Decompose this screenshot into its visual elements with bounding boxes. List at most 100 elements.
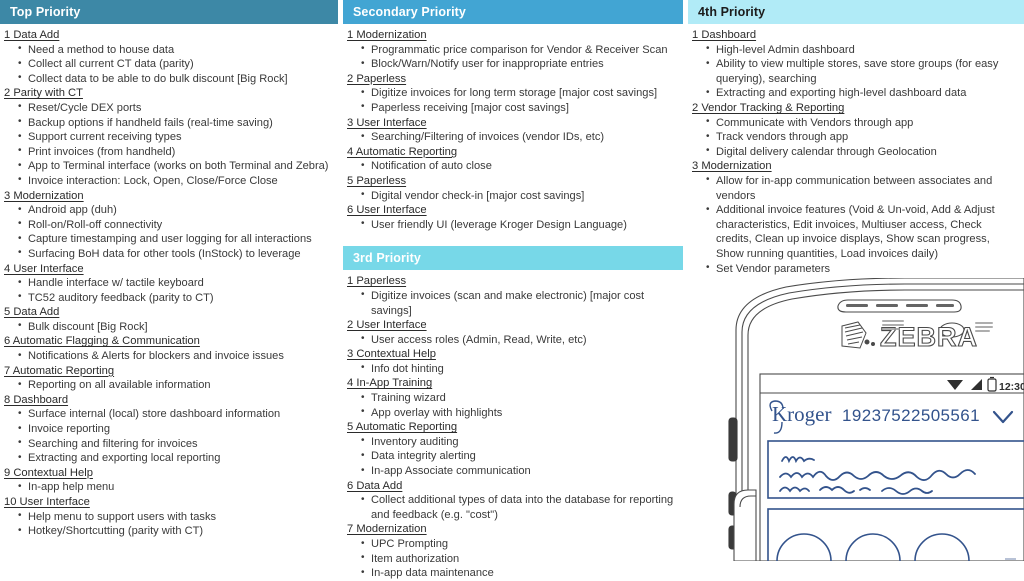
list-item: Communicate with Vendors through app bbox=[692, 115, 1020, 131]
band-third-priority: 3rd Priority bbox=[343, 246, 683, 271]
list-item: Ability to view multiple stores, save st… bbox=[692, 57, 1020, 86]
list-item: Digitize invoices (scan and make electro… bbox=[347, 288, 679, 318]
group: 9 Contextual Help In-app help menu bbox=[4, 466, 334, 495]
list-item: Collect all current CT data (parity) bbox=[4, 57, 334, 72]
list-item: Digitize invoices for long term storage … bbox=[347, 86, 679, 101]
group-items: Training wizard App overlay with highlig… bbox=[347, 391, 679, 420]
group-items: Inventory auditing Data integrity alerti… bbox=[347, 434, 679, 479]
group-title: 4 Automatic Reporting bbox=[347, 145, 458, 158]
list-item: Inventory auditing bbox=[347, 434, 679, 450]
list-item: Print invoices (from handheld) bbox=[4, 144, 334, 160]
group-items: Searching/Filtering of invoices (vendor … bbox=[347, 130, 679, 145]
column-secondary-priority: Secondary Priority 1 Modernization Progr… bbox=[343, 0, 683, 580]
group-title: 6 Data Add bbox=[347, 479, 403, 492]
group-items: Android app (duh) Roll-on/Roll-off conne… bbox=[4, 203, 334, 261]
list-item: Digital delivery calendar through Geoloc… bbox=[692, 144, 1020, 160]
list-secondary-priority: 1 Modernization Programmatic price compa… bbox=[343, 24, 683, 232]
list-item: Item authorization bbox=[347, 551, 679, 567]
list-item: Training wizard bbox=[347, 391, 679, 406]
group-items: Digitize invoices (scan and make electro… bbox=[347, 288, 679, 318]
group: 2 Paperless Digitize invoices for long t… bbox=[347, 72, 679, 116]
group: 6 User Interface User friendly UI (lever… bbox=[347, 203, 679, 232]
list-item: Hotkey/Shortcutting (parity with CT) bbox=[4, 524, 334, 539]
group-title: 10 User Interface bbox=[4, 496, 90, 508]
group-items: Handle interface w/ tactile keyboard TC5… bbox=[4, 276, 334, 305]
group-title: 6 Automatic Flagging & Communication bbox=[4, 335, 200, 348]
list-item: Surface internal (local) store dashboard… bbox=[4, 407, 334, 422]
list-item: UPC Prompting bbox=[347, 537, 679, 552]
group-title: 2 Parity with CT bbox=[4, 87, 83, 100]
list-item: Digital vendor check-in [major cost savi… bbox=[347, 188, 679, 204]
list-item: Data integrity alerting bbox=[347, 449, 679, 464]
group-items: Digitize invoices for long term storage … bbox=[347, 86, 679, 115]
group-items: Bulk discount [Big Rock] bbox=[4, 319, 334, 335]
group-title: 7 Automatic Reporting bbox=[4, 364, 115, 377]
group: 10 User Interface Help menu to support u… bbox=[4, 495, 334, 539]
group-items: Help menu to support users with tasks Ho… bbox=[4, 509, 334, 539]
list-item: Notification of auto close bbox=[347, 159, 679, 174]
list-item: Block/Warn/Notify user for inappropriate… bbox=[347, 57, 679, 72]
group: 1 Data Add Need a method to house data C… bbox=[4, 28, 334, 86]
group-title: 5 Data Add bbox=[4, 306, 60, 319]
list-item: User friendly UI (leverage Kroger Design… bbox=[347, 217, 679, 233]
group-items: User friendly UI (leverage Kroger Design… bbox=[347, 217, 679, 233]
list-item: Bulk discount [Big Rock] bbox=[4, 319, 334, 335]
group-items: Programmatic price comparison for Vendor… bbox=[347, 42, 679, 72]
list-item: Collect additional types of data into th… bbox=[347, 493, 679, 522]
band-top-priority: Top Priority bbox=[0, 0, 338, 24]
group-title: 1 Dashboard bbox=[692, 29, 757, 41]
group-title: 1 Modernization bbox=[347, 29, 427, 41]
list-item: Programmatic price comparison for Vendor… bbox=[347, 42, 679, 58]
list-item: Android app (duh) bbox=[4, 203, 334, 218]
list-third-priority: 1 Paperless Digitize invoices (scan and … bbox=[343, 270, 683, 580]
list-item: Roll-on/Roll-off connectivity bbox=[4, 217, 334, 233]
group-items: Notifications & Alerts for blockers and … bbox=[4, 349, 334, 364]
list-item: Reporting on all available information bbox=[4, 378, 334, 393]
list-item: Extracting and exporting local reporting bbox=[4, 451, 334, 466]
list-item: Searching/Filtering of invoices (vendor … bbox=[347, 130, 679, 145]
list-item: Help menu to support users with tasks bbox=[4, 509, 334, 525]
group-title: 6 User Interface bbox=[347, 204, 427, 217]
list-item: Handle interface w/ tactile keyboard bbox=[4, 276, 334, 291]
group-title: 2 User Interface bbox=[347, 319, 427, 332]
group-title: 2 Vendor Tracking & Reporting bbox=[692, 101, 845, 114]
group-items: UPC Prompting Item authorization In-app … bbox=[347, 537, 679, 581]
group: 2 User Interface User access roles (Admi… bbox=[347, 318, 679, 347]
list-item: Info dot hinting bbox=[347, 361, 679, 377]
list-item: Reset/Cycle DEX ports bbox=[4, 100, 334, 116]
group: 6 Data Add Collect additional types of d… bbox=[347, 479, 679, 523]
group-items: Notification of auto close bbox=[347, 159, 679, 174]
list-item: Notifications & Alerts for blockers and … bbox=[4, 349, 334, 364]
column-fourth-priority: 4th Priority 1 Dashboard High-level Admi… bbox=[688, 0, 1024, 561]
group-title: 9 Contextual Help bbox=[4, 466, 93, 479]
group-title: 1 Paperless bbox=[347, 275, 407, 288]
group-title: 3 Modernization bbox=[4, 189, 84, 202]
list-item: High-level Admin dashboard bbox=[692, 42, 1020, 58]
list-item: User access roles (Admin, Read, Write, e… bbox=[347, 332, 679, 348]
group: 7 Automatic Reporting Reporting on all a… bbox=[4, 364, 334, 393]
list-item: Support current receiving types bbox=[4, 130, 334, 145]
list-top-priority: 1 Data Add Need a method to house data C… bbox=[0, 24, 338, 539]
group: 5 Automatic Reporting Inventory auditing… bbox=[347, 420, 679, 478]
group-items: Info dot hinting bbox=[347, 361, 679, 377]
group-items: User access roles (Admin, Read, Write, e… bbox=[347, 332, 679, 348]
group-items: Surface internal (local) store dashboard… bbox=[4, 407, 334, 465]
group-title: 3 Contextual Help bbox=[347, 348, 436, 361]
list-item: Backup options if handheld fails (real-t… bbox=[4, 115, 334, 131]
list-item: Set Vendor parameters bbox=[692, 261, 1020, 277]
band-fourth-priority: 4th Priority bbox=[688, 0, 1024, 24]
group-title: 8 Dashboard bbox=[4, 393, 69, 406]
group: 1 Dashboard High-level Admin dashboard A… bbox=[692, 28, 1020, 101]
group-items: Collect additional types of data into th… bbox=[347, 493, 679, 522]
list-fourth-priority: 1 Dashboard High-level Admin dashboard A… bbox=[688, 24, 1024, 276]
list-item: In-app help menu bbox=[4, 480, 334, 495]
list-item: App overlay with highlights bbox=[347, 405, 679, 421]
priority-board: Top Priority 1 Data Add Need a method to… bbox=[0, 0, 1024, 580]
group-title: 1 Data Add bbox=[4, 29, 60, 41]
group-title: 4 In-App Training bbox=[347, 377, 433, 390]
group-items: Communicate with Vendors through app Tra… bbox=[692, 115, 1020, 160]
list-item: Capture timestamping and user logging fo… bbox=[4, 232, 334, 247]
group: 1 Paperless Digitize invoices (scan and … bbox=[347, 274, 679, 318]
group: 5 Paperless Digital vendor check-in [maj… bbox=[347, 174, 679, 203]
group-items: Reporting on all available information bbox=[4, 378, 334, 393]
